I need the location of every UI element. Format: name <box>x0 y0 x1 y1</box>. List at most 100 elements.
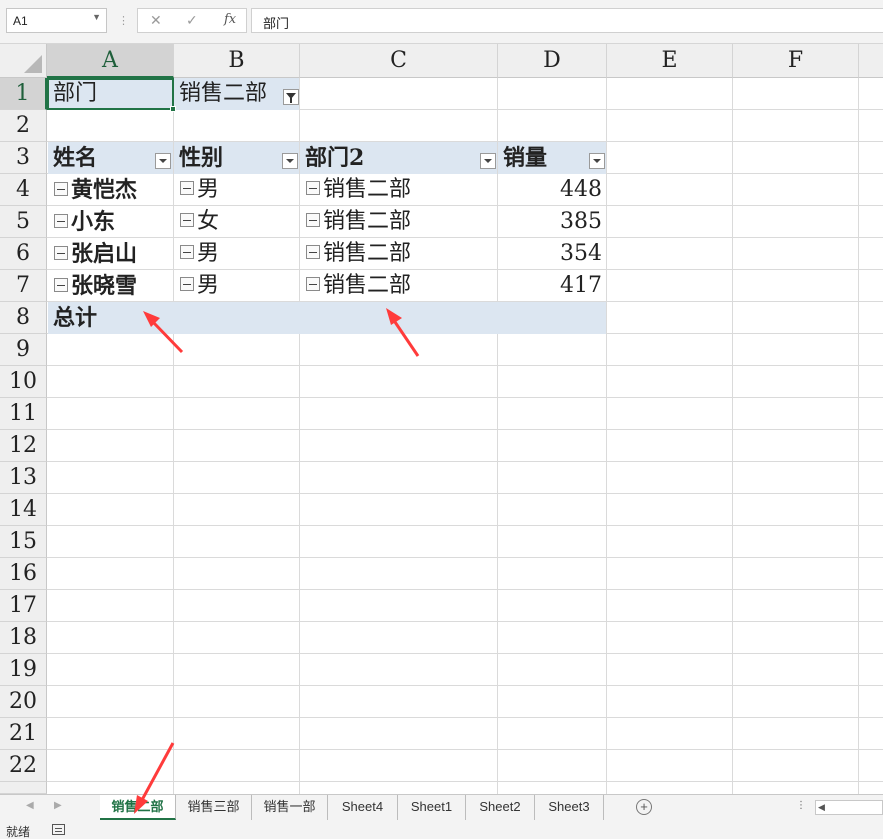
gridline <box>858 78 859 794</box>
pivot-header-dept[interactable]: 部门2 <box>300 142 497 174</box>
insert-function-icon[interactable]: fx <box>224 12 236 27</box>
pivot-cell-dept[interactable]: 销售二部 <box>300 174 497 206</box>
row-header-10[interactable]: 10 <box>0 366 47 398</box>
row-header-23[interactable] <box>0 782 47 794</box>
scroll-left-icon[interactable]: ◀ <box>818 802 825 813</box>
row-header-4[interactable]: 4 <box>0 174 47 206</box>
pivot-cell-dept[interactable]: 销售二部 <box>300 206 497 238</box>
filter-applied-icon[interactable] <box>283 89 299 105</box>
collapse-icon[interactable] <box>306 213 320 227</box>
dropdown-arrow-icon[interactable] <box>589 153 605 169</box>
cancel-icon[interactable]: ✕ <box>150 12 162 29</box>
pivot-cell-sales[interactable]: 417 <box>498 270 606 302</box>
gridline <box>732 78 733 794</box>
filter-value: 销售二部 <box>179 81 268 106</box>
row-header-9[interactable]: 9 <box>0 334 47 366</box>
collapse-icon[interactable] <box>306 277 320 291</box>
collapse-icon[interactable] <box>306 245 320 259</box>
dropdown-arrow-icon[interactable] <box>282 153 298 169</box>
scroll-right-icon[interactable]: ▶ <box>54 800 62 811</box>
collapse-icon[interactable] <box>54 214 68 228</box>
sheet-tab[interactable]: 销售一部 <box>252 795 328 820</box>
status-bar: 就绪 <box>0 820 883 839</box>
cell-b1-filter-value[interactable]: 销售二部 <box>174 78 299 110</box>
row-header-3[interactable]: 3 <box>0 142 47 174</box>
pivot-cell-gender[interactable]: 男 <box>174 270 299 302</box>
collapse-icon[interactable] <box>180 181 194 195</box>
more-options-icon[interactable]: ⋮ <box>118 14 130 27</box>
row-header-6[interactable]: 6 <box>0 238 47 270</box>
sheet-tab[interactable]: Sheet4 <box>328 795 398 820</box>
sheet-tab[interactable]: 销售三部 <box>176 795 252 820</box>
row-header-21[interactable]: 21 <box>0 718 47 750</box>
row-header-15[interactable]: 15 <box>0 526 47 558</box>
row-header-13[interactable]: 13 <box>0 462 47 494</box>
sheet-tab[interactable]: Sheet3 <box>535 795 604 820</box>
pivot-cell-name[interactable]: 黄恺杰 <box>48 174 173 206</box>
pivot-cell-name[interactable]: 张启山 <box>48 238 173 270</box>
column-header-a[interactable]: A <box>47 44 174 78</box>
collapse-icon[interactable] <box>54 278 68 292</box>
row-header-17[interactable]: 17 <box>0 590 47 622</box>
fill-handle[interactable] <box>170 106 176 112</box>
row-header-18[interactable]: 18 <box>0 622 47 654</box>
gridline <box>47 493 883 494</box>
pivot-cell-dept[interactable]: 销售二部 <box>300 238 497 270</box>
sheet-tab[interactable]: Sheet1 <box>398 795 466 820</box>
pivot-cell-gender[interactable]: 男 <box>174 174 299 206</box>
name-box[interactable]: A1 ▼ <box>6 8 107 33</box>
column-header-d[interactable]: D <box>498 44 607 78</box>
more-options-icon[interactable]: ⋮ <box>796 800 806 811</box>
gridline <box>47 781 883 782</box>
row-header-20[interactable]: 20 <box>0 686 47 718</box>
pivot-grand-total-row[interactable]: 总计 <box>48 302 606 334</box>
pivot-cell-sales[interactable]: 354 <box>498 238 606 270</box>
select-all-button[interactable] <box>0 44 47 78</box>
add-sheet-icon[interactable]: + <box>636 799 652 815</box>
pivot-cell-name[interactable]: 张晓雪 <box>48 270 173 302</box>
sheet-tab-bar: ◀ ▶ 销售二部 销售三部 销售一部 Sheet4 Sheet1 Sheet2 … <box>0 794 883 820</box>
dropdown-arrow-icon[interactable] <box>155 153 171 169</box>
row-header-19[interactable]: 19 <box>0 654 47 686</box>
collapse-icon[interactable] <box>180 245 194 259</box>
row-header-12[interactable]: 12 <box>0 430 47 462</box>
row-header-14[interactable]: 14 <box>0 494 47 526</box>
worksheet-grid[interactable]: A B C D E F 1 2 3 4 5 6 7 8 9 10 11 12 1… <box>0 44 883 794</box>
pivot-header-gender[interactable]: 性别 <box>174 142 299 174</box>
pivot-cell-dept[interactable]: 销售二部 <box>300 270 497 302</box>
sheet-tab[interactable]: 销售二部 <box>100 795 176 820</box>
pivot-cell-sales[interactable]: 385 <box>498 206 606 238</box>
pivot-cell-gender[interactable]: 男 <box>174 238 299 270</box>
row-header-5[interactable]: 5 <box>0 206 47 238</box>
column-header-e[interactable]: E <box>607 44 733 78</box>
gridline <box>606 78 607 794</box>
collapse-icon[interactable] <box>54 246 68 260</box>
pivot-cell-name[interactable]: 小东 <box>48 206 173 238</box>
collapse-icon[interactable] <box>180 213 194 227</box>
row-header-2[interactable]: 2 <box>0 110 47 142</box>
column-header-f[interactable]: F <box>733 44 859 78</box>
pivot-cell-gender[interactable]: 女 <box>174 206 299 238</box>
row-header-22[interactable]: 22 <box>0 750 47 782</box>
collapse-icon[interactable] <box>54 182 68 196</box>
row-header-8[interactable]: 8 <box>0 302 47 334</box>
sheet-tab[interactable]: Sheet2 <box>466 795 535 820</box>
scroll-left-icon[interactable]: ◀ <box>26 800 34 811</box>
formula-input[interactable]: 部门 <box>251 8 883 33</box>
row-header-11[interactable]: 11 <box>0 398 47 430</box>
enter-icon[interactable]: ✓ <box>186 12 198 29</box>
chevron-down-icon[interactable]: ▼ <box>92 12 101 22</box>
column-header-c[interactable]: C <box>300 44 498 78</box>
row-header-16[interactable]: 16 <box>0 558 47 590</box>
page-layout-icon[interactable] <box>52 824 65 835</box>
row-header-1[interactable]: 1 <box>0 78 47 110</box>
collapse-icon[interactable] <box>306 181 320 195</box>
dropdown-arrow-icon[interactable] <box>480 153 496 169</box>
horizontal-scrollbar[interactable]: ◀ <box>815 800 883 815</box>
column-header-g[interactable] <box>859 44 883 78</box>
column-header-b[interactable]: B <box>174 44 300 78</box>
cell-text: 销售二部 <box>323 241 412 266</box>
collapse-icon[interactable] <box>180 277 194 291</box>
row-header-7[interactable]: 7 <box>0 270 47 302</box>
pivot-cell-sales[interactable]: 448 <box>498 174 606 206</box>
